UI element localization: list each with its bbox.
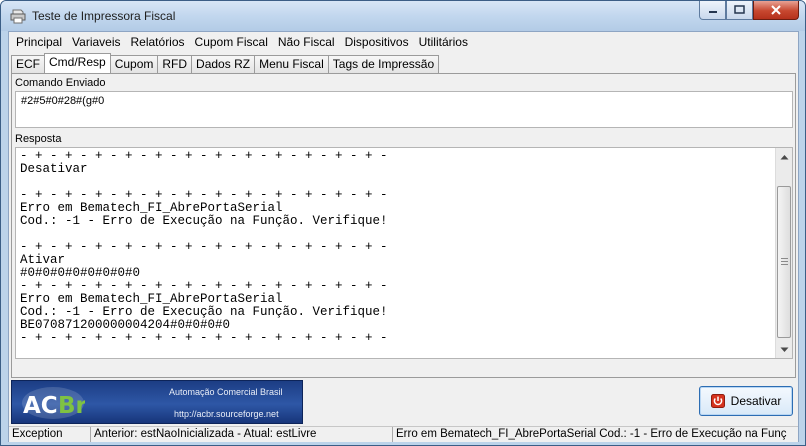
acbr-banner[interactable]: AC Br Automação Comercial Brasil http://…: [11, 380, 303, 424]
banner-subtitle: Automação Comercial Brasil: [169, 387, 283, 397]
scroll-down-arrow[interactable]: [776, 341, 792, 358]
minimize-icon: [708, 11, 717, 13]
close-button[interactable]: [753, 1, 799, 20]
tab-panel-cmd-resp: Comando Enviado #2#5#0#28#(g#0 Resposta …: [11, 73, 796, 378]
menu-variaveis[interactable]: Variaveis: [67, 33, 125, 51]
menu-utilitarios[interactable]: Utilitários: [414, 33, 473, 51]
tab-cmd-resp[interactable]: Cmd/Resp: [44, 53, 111, 73]
minimize-button[interactable]: [699, 1, 726, 20]
resposta-line: Cod.: -1 - Erro de Execução na Função. V…: [20, 214, 388, 228]
scroll-up-arrow[interactable]: [776, 148, 792, 165]
app-window: Teste de Impressora Fiscal Principal Var…: [0, 0, 806, 446]
maximize-icon: [734, 5, 745, 14]
window-title: Teste de Impressora Fiscal: [32, 9, 176, 23]
tab-ecf[interactable]: ECF: [11, 55, 45, 73]
status-exception: Exception: [9, 427, 91, 442]
resposta-line: - + - + - + - + - + - + - + - + - + - + …: [20, 331, 388, 345]
tab-strip: ECF Cmd/Resp Cupom RFD Dados RZ Menu Fis…: [11, 53, 440, 73]
title-bar[interactable]: Teste de Impressora Fiscal: [1, 1, 805, 31]
client-area: Principal Variaveis Relatórios Cupom Fis…: [8, 31, 799, 442]
caption-buttons: [699, 1, 799, 21]
resposta-memo[interactable]: - + - + - + - + - + - + - + - + - + - + …: [15, 147, 793, 359]
chevron-up-icon: [780, 154, 788, 159]
chevron-down-icon: [780, 347, 788, 352]
resposta-line: Desativar: [20, 162, 88, 176]
menu-principal[interactable]: Principal: [11, 33, 67, 51]
resposta-line: - + - + - + - + - + - + - + - + - + - + …: [20, 149, 388, 163]
tab-tags-impressao[interactable]: Tags de Impressão: [327, 55, 440, 73]
comando-enviado-field[interactable]: #2#5#0#28#(g#0: [15, 91, 793, 128]
power-icon: [710, 394, 725, 408]
resposta-label: Resposta: [15, 133, 62, 145]
desativar-button[interactable]: Desativar: [699, 386, 793, 416]
menu-relatorios[interactable]: Relatórios: [126, 33, 190, 51]
vertical-scrollbar[interactable]: [775, 148, 792, 358]
scroll-grip-line: [781, 258, 788, 259]
scroll-thumb[interactable]: [777, 186, 791, 338]
tab-dados-rz[interactable]: Dados RZ: [191, 55, 256, 73]
desativar-button-label: Desativar: [730, 394, 782, 408]
close-icon: [771, 4, 781, 15]
resposta-line: - + - + - + - + - + - + - + - + - + - + …: [20, 240, 388, 254]
status-erro: Erro em Bematech_FI_AbrePortaSerial Cod.…: [396, 428, 787, 440]
maximize-button[interactable]: [726, 1, 753, 20]
menu-cupom-fiscal[interactable]: Cupom Fiscal: [190, 33, 273, 51]
tab-cupom[interactable]: Cupom: [109, 55, 159, 73]
menu-nao-fiscal[interactable]: Não Fiscal: [273, 33, 340, 51]
menu-bar: Principal Variaveis Relatórios Cupom Fis…: [9, 32, 798, 52]
svg-text:Br: Br: [58, 393, 85, 419]
menu-dispositivos[interactable]: Dispositivos: [340, 33, 414, 51]
comando-enviado-label: Comando Enviado: [15, 77, 106, 89]
acbr-logo: AC Br: [22, 387, 85, 419]
resposta-text: - + - + - + - + - + - + - + - + - + - + …: [20, 150, 772, 345]
bottom-panel: AC Br Automação Comercial Brasil http://…: [9, 378, 798, 426]
tab-menu-fiscal[interactable]: Menu Fiscal: [254, 55, 329, 73]
tab-rfd[interactable]: RFD: [157, 55, 193, 73]
status-estado: Anterior: estNaoInicializada - Atual: es…: [91, 427, 393, 442]
comando-enviado-value: #2#5#0#28#(g#0: [21, 95, 105, 107]
status-bar: Exception Anterior: estNaoInicializada -…: [9, 426, 798, 442]
printer-icon: [10, 9, 26, 24]
scroll-grip-line: [781, 264, 788, 265]
scroll-grip-line: [781, 261, 788, 262]
banner-url[interactable]: http://acbr.sourceforge.net: [174, 409, 279, 419]
svg-text:AC: AC: [23, 393, 58, 419]
